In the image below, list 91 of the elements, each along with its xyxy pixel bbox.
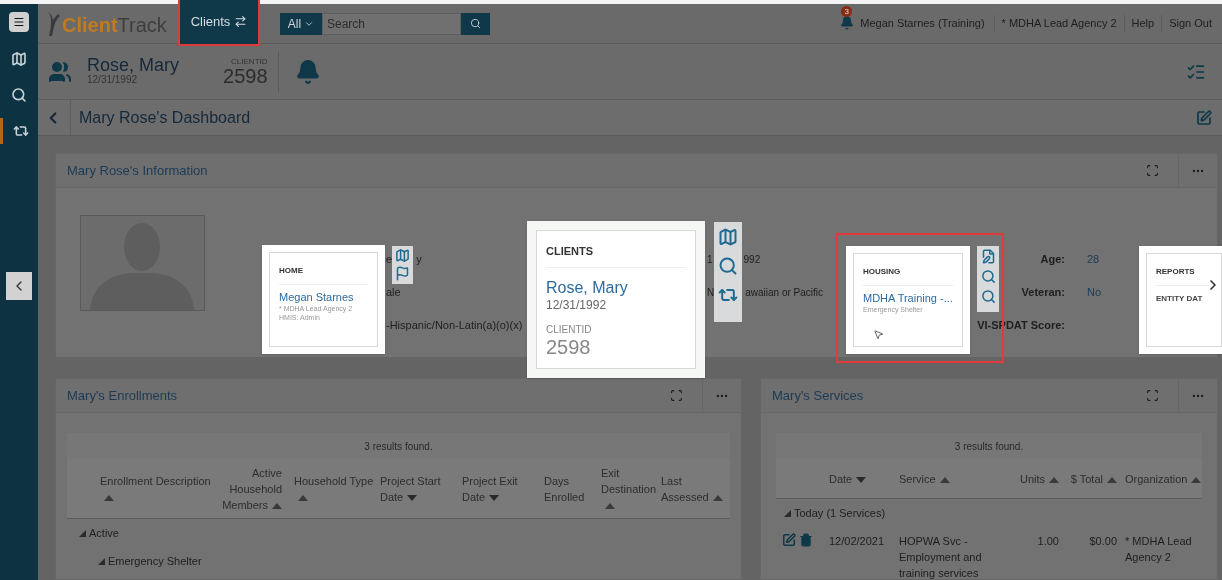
bell-icon[interactable] (840, 15, 855, 30)
table-cell-text: 1.00 (1036, 534, 1060, 549)
table-cell-text: 12/02/2021 (828, 534, 886, 549)
edit-icon[interactable] (782, 533, 796, 547)
group-label[interactable]: Active (89, 524, 119, 542)
card-id-label: CLIENTID (546, 324, 593, 335)
info-text: awaiian or Pacific (745, 286, 824, 300)
flag-icon[interactable] (395, 266, 410, 281)
map-icon[interactable] (395, 248, 410, 263)
card-heading: HOME (279, 265, 368, 285)
client-dob: 12/31/1992 (87, 74, 139, 87)
search-field[interactable]: Search (322, 12, 461, 35)
info-text: -Hispanic/Non-Latin(a)(o)(x) (386, 318, 523, 334)
agency-name[interactable]: * MDHA Lead Agency 2 (994, 15, 1125, 32)
collapse-button[interactable] (6, 272, 32, 300)
search-icon[interactable] (980, 289, 996, 304)
info-text: 1 (707, 253, 713, 267)
results-count: 3 results found. (776, 433, 1202, 459)
trash-icon[interactable] (799, 533, 813, 547)
map-icon[interactable] (718, 227, 738, 247)
search-icon[interactable] (980, 269, 996, 284)
card-detail: 12/31/1992 (546, 297, 608, 313)
info-text: 992 (743, 253, 761, 267)
panel-title: Mary's Enrollments (66, 386, 179, 405)
table-cell-text: HOPWA Svc - Employment and training services (898, 534, 983, 579)
card-heading: CLIENTS (546, 243, 686, 268)
search-icon (470, 18, 481, 29)
card-title[interactable]: Rose, Mary (546, 277, 628, 298)
cursor-icon (873, 328, 884, 340)
table-cell-text: $0.00 (1088, 534, 1118, 549)
table-cell-text: * MDHA Lead Agency 2 (1124, 534, 1193, 565)
column-header[interactable]: Project Start Date (374, 472, 456, 505)
card-title[interactable]: Megan Starnes (279, 291, 354, 305)
info-text: y (416, 252, 422, 268)
column-header[interactable]: $ Total (1063, 470, 1121, 487)
client-id: 2598 (223, 65, 268, 86)
info-text: ale (386, 285, 401, 301)
notification-badge: 3 (841, 5, 853, 17)
header-link[interactable]: Sign Out (1162, 15, 1222, 32)
client-icon (48, 59, 72, 84)
group-label[interactable]: Today (1 Services) (794, 504, 886, 522)
panel-title: Mary's Services (771, 386, 865, 405)
field-label: Veteran: (1021, 285, 1065, 301)
expanded-icon[interactable] (98, 557, 105, 565)
module-button[interactable]: Clients (180, 0, 258, 44)
document-edit-icon[interactable] (980, 249, 996, 264)
field-value: 28 (1087, 252, 1100, 268)
swap-icon (234, 15, 248, 28)
column-header[interactable]: Organization (1121, 470, 1202, 487)
search-icon[interactable] (11, 87, 27, 103)
expanded-icon[interactable] (784, 509, 791, 517)
column-header[interactable]: Service (895, 470, 1005, 487)
expand-icon[interactable] (1146, 164, 1159, 177)
quick-card[interactable]: REPORTS ENTITY DAT (1139, 246, 1222, 354)
menu-icon (13, 16, 25, 28)
card-title[interactable]: MDHA Training -... (863, 292, 953, 306)
header-link[interactable]: Help (1124, 15, 1163, 32)
field-value: No (1087, 285, 1102, 301)
column-header[interactable]: Active Household Members (217, 464, 288, 513)
expand-icon[interactable] (1146, 389, 1159, 402)
expanded-icon[interactable] (79, 529, 86, 537)
column-header[interactable]: Units (1005, 470, 1063, 487)
results-count: 3 results found. (363, 439, 434, 454)
column-header[interactable]: Date (825, 470, 895, 487)
group-label[interactable]: Emergency Shelter (108, 552, 202, 570)
page-title: Mary Rose's Dashboard (79, 107, 252, 128)
expand-icon[interactable] (670, 389, 683, 402)
card-heading: HOUSING (863, 266, 953, 286)
menu-button[interactable] (9, 12, 29, 32)
search-button[interactable] (461, 12, 490, 35)
card-id: 2598 (546, 336, 592, 357)
column-header[interactable]: Days Enrolled (538, 472, 595, 505)
column-header[interactable]: Household Type (288, 472, 374, 505)
column-header[interactable]: Exit Destination (595, 464, 655, 513)
scope-dropdown[interactable]: All (280, 12, 322, 35)
swap-arrows-icon[interactable] (12, 123, 29, 139)
panel-title: Mary Rose's Information (66, 161, 209, 180)
field-label: Age: (1040, 252, 1065, 268)
column-header[interactable]: Project Exit Date (456, 472, 538, 505)
column-header[interactable]: Last Assessed (655, 472, 730, 505)
user-name[interactable]: Megan Starnes (Training) (860, 15, 995, 32)
client-name[interactable]: Rose, Mary (87, 56, 180, 75)
edit-icon[interactable] (1196, 109, 1212, 126)
bell-icon[interactable] (294, 58, 321, 85)
search-icon[interactable] (718, 256, 738, 276)
column-header[interactable]: Enrollment Description (67, 472, 217, 505)
info-text: e (386, 252, 393, 268)
quick-card[interactable]: CLIENTS Rose, Mary 12/31/1992 CLIENTID 2598 (527, 221, 705, 378)
info-text: N (707, 286, 715, 300)
card-heading: REPORTS (1156, 266, 1212, 286)
card-title[interactable]: ENTITY DAT (1156, 294, 1203, 304)
